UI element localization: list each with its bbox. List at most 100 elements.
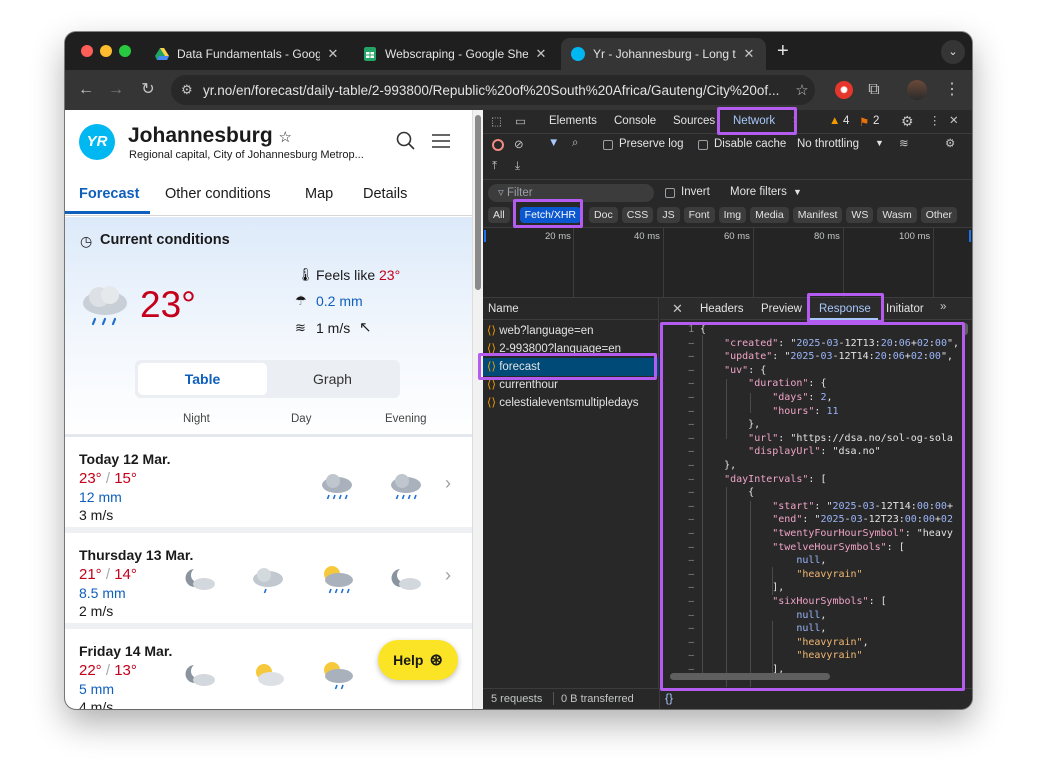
search-network-icon[interactable]: ⌕ <box>572 137 578 150</box>
filter-chip-other[interactable]: Other <box>920 207 957 223</box>
more-tabs-icon[interactable]: › <box>793 114 797 126</box>
browser-menu-icon[interactable]: ⋮ <box>941 79 963 101</box>
detail-tab-response[interactable]: Response <box>819 303 871 315</box>
graph-toggle-button[interactable]: Graph <box>268 363 397 395</box>
filter-chip-fetch-xhr[interactable]: Fetch/XHR <box>519 207 582 223</box>
extension-icon[interactable]: ✺ <box>835 81 853 99</box>
help-button[interactable]: Help ⊛ <box>378 640 458 680</box>
nav-map[interactable]: Map <box>305 186 333 202</box>
yr-logo[interactable]: YR <box>79 124 115 160</box>
disable-cache-checkbox[interactable] <box>698 140 708 150</box>
favorite-star-icon[interactable]: ☆ <box>279 129 292 146</box>
temp-separator: / <box>105 566 111 583</box>
inspect-element-icon[interactable]: ⬚ <box>491 114 502 128</box>
preserve-log-checkbox[interactable] <box>603 140 613 150</box>
day-row-today[interactable]: Today 12 Mar. 23° / 15° 12 mm 3 m/s › <box>65 437 472 533</box>
page-scrollbar[interactable] <box>472 110 483 709</box>
pretty-print-icon[interactable]: {} <box>665 691 673 705</box>
chevron-right-icon[interactable]: › <box>445 473 451 494</box>
back-icon[interactable]: ← <box>75 79 97 101</box>
site-settings-icon[interactable]: ⚙ <box>181 82 197 98</box>
filter-chip-css[interactable]: CSS <box>621 207 654 223</box>
network-timeline[interactable]: 20 ms 40 ms 60 ms 80 ms 100 ms <box>483 228 972 298</box>
devtools-tab-console[interactable]: Console <box>614 115 656 127</box>
tab-close-icon[interactable]: ✕ <box>534 46 548 62</box>
clear-icon[interactable]: ⊘ <box>514 137 524 151</box>
throttling-dropdown-icon[interactable]: ▼ <box>875 138 884 148</box>
tab-data-fundamentals[interactable]: Data Fundamentals - Google ✕ <box>145 38 350 70</box>
settings-gear-icon[interactable]: ⚙ <box>901 113 914 130</box>
request-list-header[interactable]: Name <box>483 298 658 320</box>
tab-search-icon[interactable]: ⌄ <box>941 40 965 64</box>
search-icon[interactable] <box>396 131 416 151</box>
hamburger-menu-icon[interactable] <box>431 133 451 149</box>
extensions-puzzle-icon[interactable]: ⧉ <box>863 79 885 101</box>
request-row[interactable]: ⟨⟩ 2-993800?language=en <box>483 340 659 358</box>
warning-icon[interactable]: ▲ <box>829 115 840 127</box>
filter-chip-all[interactable]: All <box>488 207 510 223</box>
invert-checkbox[interactable] <box>665 188 675 198</box>
address-bar[interactable]: ⚙ yr.no/en/forecast/daily-table/2-993800… <box>171 75 815 105</box>
tab-close-icon[interactable]: ✕ <box>742 46 756 62</box>
network-settings-icon[interactable]: ⚙ <box>945 136 955 150</box>
filter-chip-manifest[interactable]: Manifest <box>792 207 843 223</box>
chevron-right-icon[interactable]: › <box>445 565 451 586</box>
response-body[interactable]: 1{– "created": "2025-03-12T13:20:06+02:0… <box>660 321 972 687</box>
throttling-select[interactable]: No throttling <box>797 138 859 150</box>
horizontal-scrollbar-thumb[interactable] <box>670 673 830 680</box>
scrollbar-thumb[interactable] <box>475 115 481 290</box>
filter-chip-ws[interactable]: WS <box>846 207 874 223</box>
nav-details[interactable]: Details <box>363 186 407 202</box>
detail-tab-preview[interactable]: Preview <box>761 303 802 315</box>
filter-chip-doc[interactable]: Doc <box>589 207 618 223</box>
detail-tab-initiator[interactable]: Initiator <box>886 303 924 315</box>
reload-icon[interactable]: ↻ <box>137 79 159 101</box>
tab-yr-johannesburg[interactable]: Yr - Johannesburg - Long term ✕ <box>561 38 766 70</box>
record-icon[interactable] <box>492 139 504 151</box>
more-detail-tabs-icon[interactable]: » <box>940 301 946 313</box>
new-tab-button[interactable]: + <box>777 40 789 63</box>
request-row[interactable]: ⟨⟩ web?language=en <box>483 322 659 340</box>
request-row-selected[interactable]: ⟨⟩ forecast <box>483 358 659 376</box>
filter-icon[interactable]: ▼ <box>548 137 559 149</box>
partly-cloudy-night-icon <box>391 569 421 590</box>
devtools-tab-elements[interactable]: Elements <box>549 115 597 127</box>
nav-forecast[interactable]: Forecast <box>79 186 139 202</box>
more-filters-dropdown-icon[interactable]: ▼ <box>793 187 802 197</box>
import-har-icon[interactable]: ⤒ <box>492 160 497 173</box>
filter-chip-js[interactable]: JS <box>657 207 680 223</box>
network-conditions-icon[interactable]: ≋ <box>899 136 909 150</box>
request-row[interactable]: ⟨⟩ celestialeventsmultipledays <box>483 394 659 412</box>
close-detail-icon[interactable]: ✕ <box>672 301 683 317</box>
maximize-window-button[interactable] <box>119 45 131 57</box>
minimize-window-button[interactable] <box>100 45 112 57</box>
detail-tab-headers[interactable]: Headers <box>700 303 743 315</box>
filter-chip-wasm[interactable]: Wasm <box>877 207 917 223</box>
table-toggle-button[interactable]: Table <box>138 363 267 395</box>
day-row-thursday[interactable]: Thursday 13 Mar. 21° / 14° 8.5 mm 2 m/s … <box>65 533 472 629</box>
export-har-icon[interactable]: ⤓ <box>515 160 520 173</box>
devtools-tab-network[interactable]: Network <box>733 115 775 127</box>
timeline-start-marker <box>484 230 486 242</box>
bookmark-star-icon[interactable]: ☆ <box>789 81 815 99</box>
filter-chip-img[interactable]: Img <box>718 207 747 223</box>
nav-other-conditions[interactable]: Other conditions <box>165 186 271 202</box>
request-row[interactable]: ⟨⟩ currenthour <box>483 376 659 394</box>
line-number: – <box>688 609 694 621</box>
filter-chip-media[interactable]: Media <box>750 207 789 223</box>
close-devtools-icon[interactable]: ✕ <box>949 113 959 127</box>
device-toolbar-icon[interactable]: ▭ <box>515 114 526 128</box>
profile-avatar[interactable] <box>907 80 927 100</box>
filter-chip-font[interactable]: Font <box>683 207 715 223</box>
vertical-scrollbar-thumb[interactable] <box>962 323 968 335</box>
devtools-menu-icon[interactable]: ⋮ <box>929 113 941 127</box>
tab-webscraping[interactable]: Webscraping - Google Sheets ✕ <box>353 38 558 70</box>
network-toolbar: ⊘ ▼ ⌕ Preserve log Disable cache No thro… <box>483 134 972 180</box>
forward-icon[interactable]: → <box>105 79 127 101</box>
tab-close-icon[interactable]: ✕ <box>326 46 340 62</box>
filter-input[interactable]: ▿ Filter <box>488 184 654 202</box>
issues-icon[interactable]: ⚑ <box>859 115 869 129</box>
close-window-button[interactable] <box>81 45 93 57</box>
devtools-tab-sources[interactable]: Sources <box>673 115 715 127</box>
more-filters-button[interactable]: More filters <box>730 186 787 198</box>
